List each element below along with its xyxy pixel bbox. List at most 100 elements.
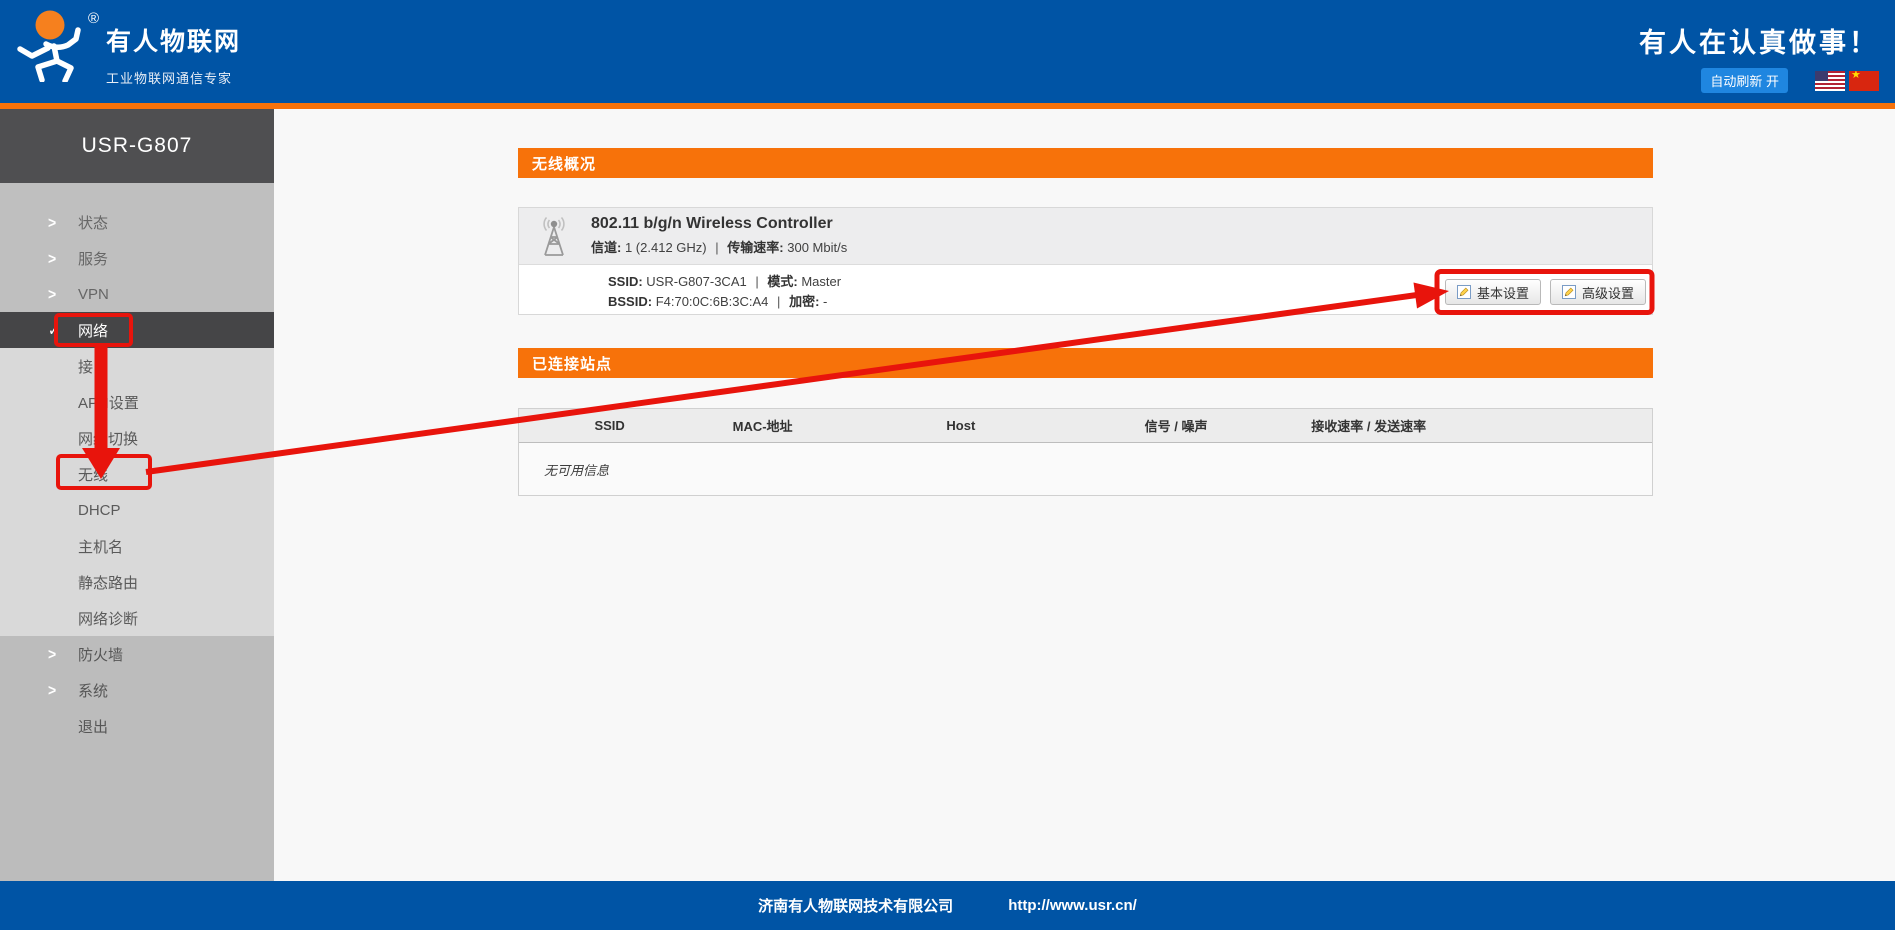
sidebar-bottom-group: > 防火墙 > 系统 退出 [0, 636, 274, 881]
wireless-panel-details: SSID: USR-G807-3CA1 | 模式: Master BSSID: … [519, 265, 1652, 316]
button-label: 高级设置 [1582, 283, 1634, 302]
brand-name: 有人物联网 [106, 22, 241, 58]
rate-value: 300 Mbit/s [787, 240, 847, 255]
sidebar-item-label: 网络切换 [78, 428, 138, 449]
edit-icon [1457, 285, 1471, 299]
cn-flag-icon[interactable]: ★ [1849, 71, 1879, 91]
chevron-right-icon: > [48, 645, 56, 663]
column-header-signal-noise: 信号 / 噪声 [1097, 416, 1256, 435]
chevron-expanded-icon: ✓ [48, 320, 60, 340]
stations-table-body: 无可用信息 [519, 443, 1652, 496]
registered-mark: ® [88, 10, 99, 27]
column-header-ssid: SSID [519, 418, 700, 433]
rate-label: 传输速率: [727, 240, 783, 255]
separator: | [755, 274, 758, 289]
sidebar-item-label: 主机名 [78, 536, 123, 557]
encryption-value: - [823, 294, 827, 309]
sidebar-item-label: 网络 [78, 320, 108, 341]
separator: | [715, 240, 718, 255]
sidebar-item-status[interactable]: > 状态 [0, 204, 274, 240]
brand-text: 有人物联网 工业物联网通信专家 [106, 22, 241, 87]
controller-info-line: 信道: 1 (2.412 GHz) | 传输速率: 300 Mbit/s [591, 237, 847, 256]
ssid-line: SSID: USR-G807-3CA1 | 模式: Master [608, 272, 841, 292]
sidebar-item-network-diagnostics[interactable]: 网络诊断 [0, 600, 274, 636]
slogan: 有人在认真做事！ [1639, 21, 1879, 60]
sidebar-item-static-routes[interactable]: 静态路由 [0, 564, 274, 600]
wireless-buttons: 基本设置 高级设置 [1445, 279, 1646, 305]
sidebar-item-label: DHCP [78, 502, 121, 519]
sidebar-item-label: 静态路由 [78, 572, 138, 593]
sidebar-top-group: > 状态 > 服务 > VPN [0, 183, 274, 312]
bssid-value: F4:70:0C:6B:3C:A4 [656, 294, 769, 309]
footer-url-link[interactable]: http://www.usr.cn/ [1008, 897, 1137, 914]
bssid-line: BSSID: F4:70:0C:6B:3C:A4 | 加密: - [608, 292, 841, 312]
sidebar-item-interfaces[interactable]: 接口 [0, 348, 274, 384]
channel-label: 信道: [591, 240, 621, 255]
chevron-right-icon: > [48, 285, 56, 303]
sidebar: USR-G807 > 状态 > 服务 > VPN ✓ 网络 接口 [0, 109, 274, 881]
connected-stations-header: 已连接站点 [518, 348, 1653, 378]
star-icon: ★ [1851, 71, 1861, 81]
top-header: ® 有人物联网 工业物联网通信专家 有人在认真做事！ 自动刷新 开 ★ [0, 0, 1895, 103]
sidebar-item-hostname[interactable]: 主机名 [0, 528, 274, 564]
sidebar-item-firewall[interactable]: > 防火墙 [0, 636, 274, 672]
footer-company: 济南有人物联网技术有限公司 [758, 895, 953, 916]
edit-icon [1562, 285, 1576, 299]
wireless-panel-titles: 802.11 b/g/n Wireless Controller 信道: 1 (… [591, 215, 847, 256]
button-label: 基本设置 [1477, 283, 1529, 302]
sidebar-item-wireless[interactable]: 无线 [0, 456, 274, 492]
channel-value: 1 (2.412 GHz) [625, 240, 707, 255]
sidebar-item-label: 状态 [78, 212, 108, 233]
stations-table-header: SSID MAC-地址 Host 信号 / 噪声 接收速率 / 发送速率 [519, 409, 1652, 443]
wireless-panel-summary: 802.11 b/g/n Wireless Controller 信道: 1 (… [519, 208, 1652, 265]
sidebar-item-label: 服务 [78, 248, 108, 269]
encryption-label: 加密: [789, 294, 819, 309]
ssid-label: SSID: [608, 274, 643, 289]
sidebar-item-label: 退出 [78, 716, 108, 737]
sidebar-item-vpn[interactable]: > VPN [0, 276, 274, 312]
logo: ® 有人物联网 工业物联网通信专家 [12, 4, 241, 87]
sidebar-item-network-switch[interactable]: 网络切换 [0, 420, 274, 456]
chevron-right-icon: > [48, 249, 56, 267]
controller-title: 802.11 b/g/n Wireless Controller [591, 215, 847, 233]
brand-subtitle: 工业物联网通信专家 [106, 68, 241, 87]
sidebar-item-apn-settings[interactable]: APN设置 [0, 384, 274, 420]
column-header-rx-tx-rate: 接收速率 / 发送速率 [1255, 416, 1482, 435]
wireless-overview-header: 无线概况 [518, 148, 1653, 178]
sidebar-item-label: 接口 [78, 356, 108, 377]
chevron-right-icon: > [48, 681, 56, 699]
empty-table-message: 无可用信息 [544, 460, 609, 479]
sidebar-item-label: 防火墙 [78, 644, 123, 665]
sidebar-sub-group: 接口 APN设置 网络切换 无线 DHCP 主机名 静态路由 网络诊断 [0, 348, 274, 636]
sidebar-item-services[interactable]: > 服务 [0, 240, 274, 276]
accent-strip [0, 103, 1895, 109]
sidebar-item-system[interactable]: > 系统 [0, 672, 274, 708]
mode-label: 模式: [767, 274, 797, 289]
section-title: 无线概况 [532, 153, 596, 174]
usr-running-man-icon [12, 4, 84, 82]
sidebar-item-dhcp[interactable]: DHCP [0, 492, 274, 528]
sidebar-item-label: VPN [78, 286, 109, 303]
sidebar-item-label: 系统 [78, 680, 108, 701]
footer: 济南有人物联网技术有限公司 http://www.usr.cn/ [0, 881, 1895, 930]
sidebar-item-label: APN设置 [78, 392, 139, 413]
header-tools: 自动刷新 开 ★ [1639, 68, 1879, 93]
section-title: 已连接站点 [532, 353, 612, 374]
us-flag-icon[interactable] [1815, 71, 1845, 91]
sidebar-item-network[interactable]: ✓ 网络 [0, 312, 274, 348]
auto-refresh-button[interactable]: 自动刷新 开 [1701, 68, 1788, 93]
advanced-settings-button[interactable]: 高级设置 [1550, 279, 1646, 305]
column-header-host: Host [825, 418, 1097, 433]
ssid-lines: SSID: USR-G807-3CA1 | 模式: Master BSSID: … [608, 272, 841, 312]
basic-settings-button[interactable]: 基本设置 [1445, 279, 1541, 305]
bssid-label: BSSID: [608, 294, 652, 309]
sidebar-item-logout[interactable]: 退出 [0, 708, 274, 744]
sidebar-item-label: 无线 [78, 464, 108, 485]
column-header-mac: MAC-地址 [700, 416, 825, 435]
antenna-icon [536, 217, 572, 259]
chevron-right-icon: > [48, 213, 56, 231]
page: ® 有人物联网 工业物联网通信专家 有人在认真做事！ 自动刷新 开 ★ USR-… [0, 0, 1895, 930]
wireless-panel: 802.11 b/g/n Wireless Controller 信道: 1 (… [518, 207, 1653, 315]
stations-table: SSID MAC-地址 Host 信号 / 噪声 接收速率 / 发送速率 无可用… [518, 408, 1653, 496]
device-title: USR-G807 [0, 109, 274, 183]
